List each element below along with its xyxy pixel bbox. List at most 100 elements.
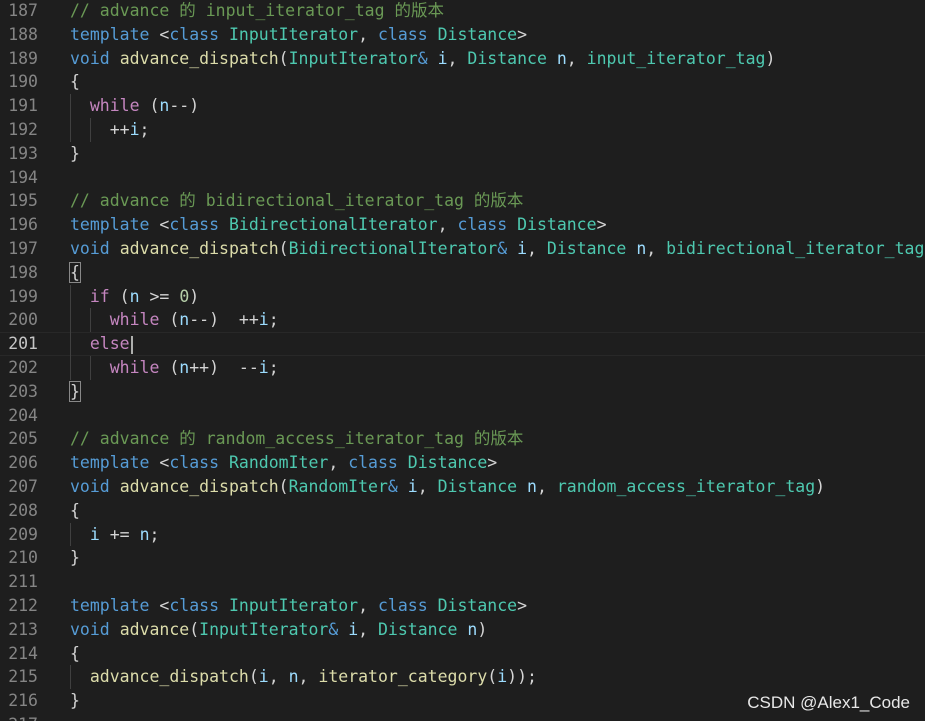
code-lines[interactable]: 187// advance 的 input_iterator_tag 的版本 18… xyxy=(0,0,925,721)
line-code[interactable]: { xyxy=(70,642,80,666)
code-token: Distance xyxy=(378,619,458,639)
line-code[interactable]: while (n++) --i; xyxy=(70,356,279,380)
code-token: { xyxy=(70,500,80,520)
line-code[interactable]: while (n--) ++i; xyxy=(70,308,279,332)
code-token: class xyxy=(169,595,220,615)
code-token: ; xyxy=(268,310,279,330)
code-line[interactable]: 191 while (n--) xyxy=(0,94,925,118)
code-line[interactable]: 208 { xyxy=(0,499,925,523)
line-code[interactable]: void advance_dispatch(RandomIter& i, Dis… xyxy=(70,475,825,499)
code-line[interactable]: 200 while (n--) ++i; xyxy=(0,308,925,332)
code-line[interactable]: 188 template <class InputIterator, class … xyxy=(0,23,925,47)
code-token: class xyxy=(169,453,220,473)
code-line[interactable]: 215 advance_dispatch(i, n, iterator_cate… xyxy=(0,665,925,689)
code-editor[interactable]: 187// advance 的 input_iterator_tag 的版本 18… xyxy=(0,0,925,721)
line-code[interactable]: { xyxy=(70,70,80,94)
code-line[interactable]: 202 while (n++) --i; xyxy=(0,356,925,380)
line-number: 203 xyxy=(8,381,38,401)
code-line[interactable]: 205 // advance 的 random_access_iterator_t… xyxy=(0,427,925,451)
line-code[interactable]: { xyxy=(69,261,81,285)
code-token: advance_dispatch xyxy=(119,48,279,68)
code-token: void xyxy=(70,619,110,639)
code-line[interactable]: 193} xyxy=(0,142,925,166)
code-line[interactable]: 214 { xyxy=(0,642,925,666)
code-line[interactable]: 206 template <class RandomIter, class Dis… xyxy=(0,451,925,475)
indent-guide xyxy=(89,355,91,380)
line-code[interactable]: template <class InputIterator, class Dis… xyxy=(70,23,527,47)
code-line[interactable]: 195 // advance 的 bidirectional_iterator_t… xyxy=(0,189,925,213)
code-line[interactable]: 217 xyxy=(0,713,925,721)
line-code[interactable]: } xyxy=(70,546,80,570)
code-line[interactable]: 212 template <class InputIterator, class … xyxy=(0,594,925,618)
code-line[interactable]: 196 template <class BidirectionalIterator… xyxy=(0,213,925,237)
code-line[interactable]: 207 void advance_dispatch(RandomIter& i, … xyxy=(0,475,925,499)
code-line[interactable]: 203} xyxy=(0,380,925,404)
code-token: ) xyxy=(765,48,776,68)
line-code[interactable]: else xyxy=(70,333,133,355)
code-token: n xyxy=(636,238,647,258)
code-token: , xyxy=(417,476,438,496)
code-token: class xyxy=(377,595,428,615)
code-line[interactable]: 204 xyxy=(0,404,925,428)
code-token: > xyxy=(517,595,528,615)
code-token: ( xyxy=(248,667,259,687)
matched-bracket: { xyxy=(69,261,81,283)
line-code[interactable]: } xyxy=(70,142,80,166)
line-code[interactable]: // advance 的 bidirectional_iterator_tag … xyxy=(70,189,523,213)
line-code[interactable]: template <class RandomIter, class Distan… xyxy=(70,451,497,475)
line-code[interactable]: } xyxy=(70,689,80,713)
code-token: Distance xyxy=(407,453,488,473)
code-token: ) xyxy=(477,619,488,639)
indent-guide xyxy=(70,94,71,142)
code-token: < xyxy=(149,453,170,473)
code-line[interactable]: 194 xyxy=(0,166,925,190)
code-line[interactable]: 187 // advance 的 input_iterator_tag 的版本 xyxy=(0,0,925,23)
line-code[interactable]: template <class BidirectionalIterator, c… xyxy=(70,213,607,237)
code-token: void xyxy=(70,238,110,258)
line-code[interactable]: // advance 的 random_access_iterator_tag … xyxy=(70,427,523,451)
code-line[interactable]: 209 i += n; xyxy=(0,523,925,547)
line-code[interactable]: if (n >= 0) xyxy=(70,285,199,309)
code-token: class xyxy=(169,24,220,44)
line-code[interactable]: } xyxy=(69,380,81,404)
code-token: Distance xyxy=(437,24,518,44)
code-line[interactable]: 198 { xyxy=(0,261,925,285)
code-token: template xyxy=(70,595,150,615)
code-line[interactable]: 199 if (n >= 0) xyxy=(0,285,925,309)
code-token: } xyxy=(70,691,80,711)
line-code[interactable]: // advance 的 input_iterator_tag 的版本 xyxy=(70,0,444,23)
code-token: n xyxy=(179,357,190,377)
code-token: void xyxy=(70,48,110,68)
line-code[interactable]: while (n--) xyxy=(70,94,199,118)
code-line[interactable]: 213 void advance(InputIterator& i, Distan… xyxy=(0,618,925,642)
code-token: advance_dispatch xyxy=(119,476,279,496)
line-code[interactable]: ++i; xyxy=(70,118,150,142)
line-code[interactable]: void advance_dispatch(BidirectionalItera… xyxy=(70,237,925,261)
line-number: 207 xyxy=(8,476,38,496)
line-number: 194 xyxy=(8,167,38,187)
code-token: i xyxy=(348,619,359,639)
code-line[interactable]: 211 xyxy=(0,570,925,594)
code-token: input_iterator_tag xyxy=(586,48,766,68)
code-token: ( xyxy=(159,310,180,330)
line-number: 193 xyxy=(8,143,38,163)
line-code[interactable]: void advance_dispatch(InputIterator& i, … xyxy=(70,47,775,71)
code-line[interactable]: 189 void advance_dispatch(InputIterator& … xyxy=(0,47,925,71)
code-token: > xyxy=(596,215,607,235)
code-line[interactable]: 192 ++i; xyxy=(0,118,925,142)
line-code[interactable]: i += n; xyxy=(70,523,160,547)
line-code[interactable]: template <class InputIterator, class Dis… xyxy=(70,594,527,618)
code-line[interactable]: 201 else xyxy=(0,332,925,356)
line-number: 212 xyxy=(8,595,38,615)
indent-guide xyxy=(70,522,71,547)
line-code[interactable]: void advance(InputIterator& i, Distance … xyxy=(70,618,487,642)
code-line[interactable]: 210} xyxy=(0,546,925,570)
code-token: >= xyxy=(139,286,180,306)
code-line[interactable]: 197 void advance_dispatch(BidirectionalIt… xyxy=(0,237,925,261)
line-code[interactable]: { xyxy=(70,499,80,523)
code-line[interactable]: 190 { xyxy=(0,70,925,94)
line-code[interactable]: advance_dispatch(i, n, iterator_category… xyxy=(70,665,537,689)
